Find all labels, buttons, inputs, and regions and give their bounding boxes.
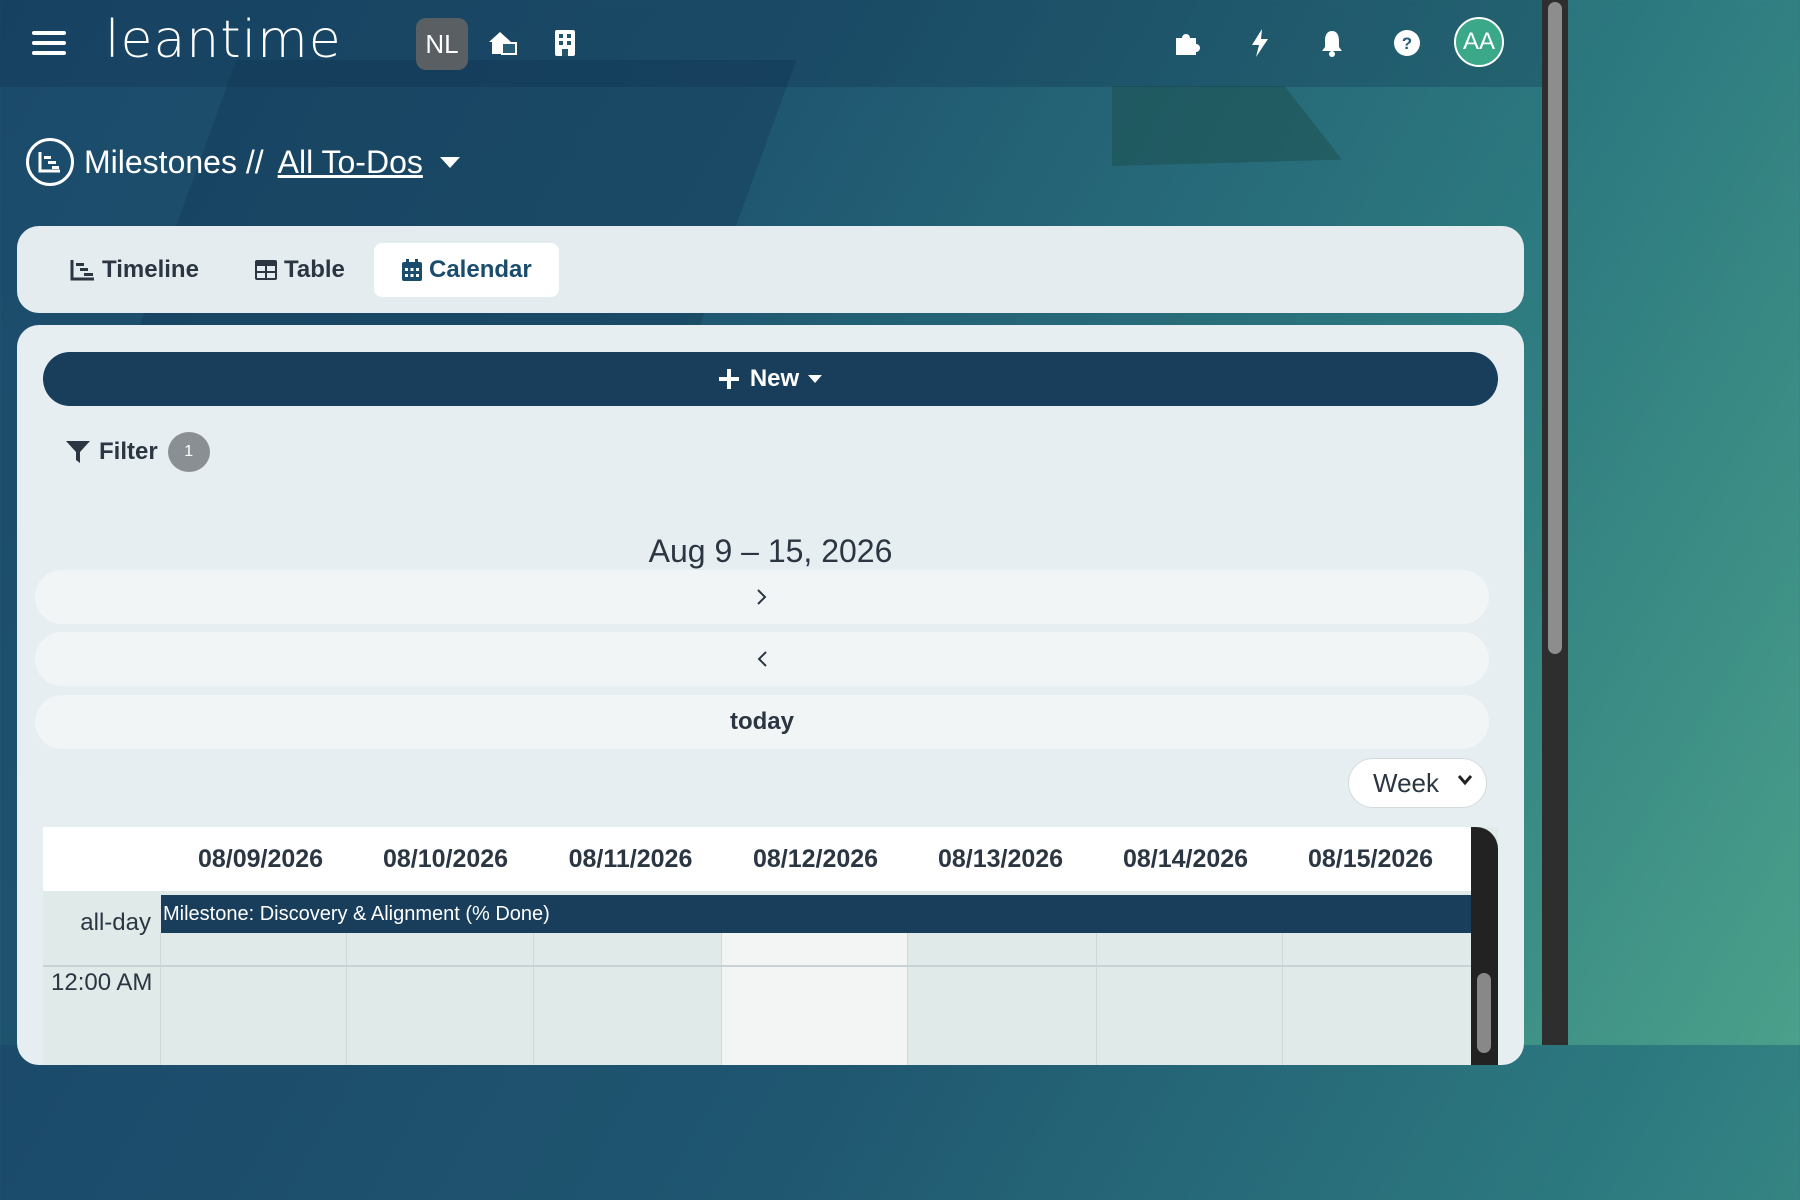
- calendar-scroll-thumb[interactable]: [1477, 973, 1491, 1053]
- tab-label: Table: [284, 256, 345, 283]
- page-title: Milestones // All To-Dos: [26, 138, 461, 186]
- time-slot-label: 12:00 AM: [51, 969, 153, 996]
- tab-label: Calendar: [429, 256, 532, 283]
- project-badge[interactable]: NL: [416, 18, 468, 70]
- allday-label: all-day: [80, 909, 151, 936]
- lightning-icon[interactable]: [1240, 22, 1280, 64]
- page-section-label: Milestones //: [84, 143, 264, 180]
- day-header: 08/10/2026: [382, 844, 509, 873]
- milestone-timeline-icon: [26, 138, 74, 186]
- view-switch-link[interactable]: All To-Dos: [278, 144, 423, 181]
- prev-week-button[interactable]: [35, 632, 1489, 686]
- menu-icon[interactable]: [30, 26, 68, 60]
- view-select-value: Week: [1373, 767, 1439, 798]
- milestone-event[interactable]: Milestone: Discovery & Alignment (% Done…: [161, 895, 1471, 933]
- calendar-range-title: Aug 9 – 15, 2026: [648, 533, 893, 569]
- new-button-label: New: [749, 365, 800, 392]
- table-icon: [255, 260, 277, 280]
- week-calendar: 08/09/2026 08/10/2026 08/11/2026 08/12/2…: [43, 827, 1498, 1065]
- new-button[interactable]: New: [43, 352, 1498, 406]
- day-header: 08/11/2026: [568, 844, 693, 873]
- view-tabs: Timeline Table Calendar: [17, 226, 1524, 313]
- day-header: 08/12/2026: [752, 844, 879, 873]
- caret-down-icon[interactable]: [439, 155, 461, 169]
- chevron-right-icon: [757, 589, 767, 605]
- top-navbar: leantime NL ? AA: [0, 0, 1542, 87]
- next-week-button[interactable]: [35, 570, 1489, 624]
- day-header: 08/09/2026: [197, 844, 324, 873]
- today-button[interactable]: today: [35, 695, 1489, 749]
- app-logo[interactable]: leantime: [105, 10, 342, 70]
- day-header: 08/13/2026: [937, 844, 1064, 873]
- tab-label: Timeline: [102, 256, 199, 283]
- caret-down-icon: [808, 375, 823, 383]
- filter-icon: [66, 441, 90, 463]
- day-header: 08/14/2026: [1122, 844, 1249, 873]
- calendar-panel: New Filter 1 Aug 9 – 15, 2026 today Week…: [17, 325, 1524, 1065]
- tab-timeline[interactable]: Timeline: [70, 243, 199, 297]
- user-avatar[interactable]: AA: [1454, 17, 1504, 67]
- view-select[interactable]: Week: [1348, 758, 1487, 808]
- plus-icon: [718, 369, 739, 389]
- calendar-icon: [402, 259, 422, 281]
- bell-icon[interactable]: [1312, 22, 1352, 64]
- filter-label: Filter: [99, 438, 158, 465]
- chevron-left-icon: [757, 651, 767, 667]
- timeline-icon: [70, 260, 94, 281]
- tab-calendar[interactable]: Calendar: [374, 243, 559, 297]
- window-scroll-thumb[interactable]: [1548, 2, 1562, 654]
- day-header: 08/15/2026: [1307, 844, 1434, 873]
- building-icon[interactable]: [545, 22, 585, 64]
- tab-table[interactable]: Table: [254, 243, 345, 297]
- calendar-header: 08/09/2026 08/10/2026 08/11/2026 08/12/2…: [43, 827, 1471, 891]
- chevron-down-icon: [1457, 775, 1473, 786]
- svg-text:?: ?: [1402, 34, 1412, 53]
- puzzle-icon[interactable]: [1166, 22, 1206, 64]
- home-icon[interactable]: [482, 22, 522, 64]
- filter-count-badge: 1: [167, 432, 210, 472]
- filter-button[interactable]: Filter 1: [65, 432, 210, 472]
- background-shape: [1112, 86, 1342, 166]
- help-icon[interactable]: ?: [1387, 22, 1427, 64]
